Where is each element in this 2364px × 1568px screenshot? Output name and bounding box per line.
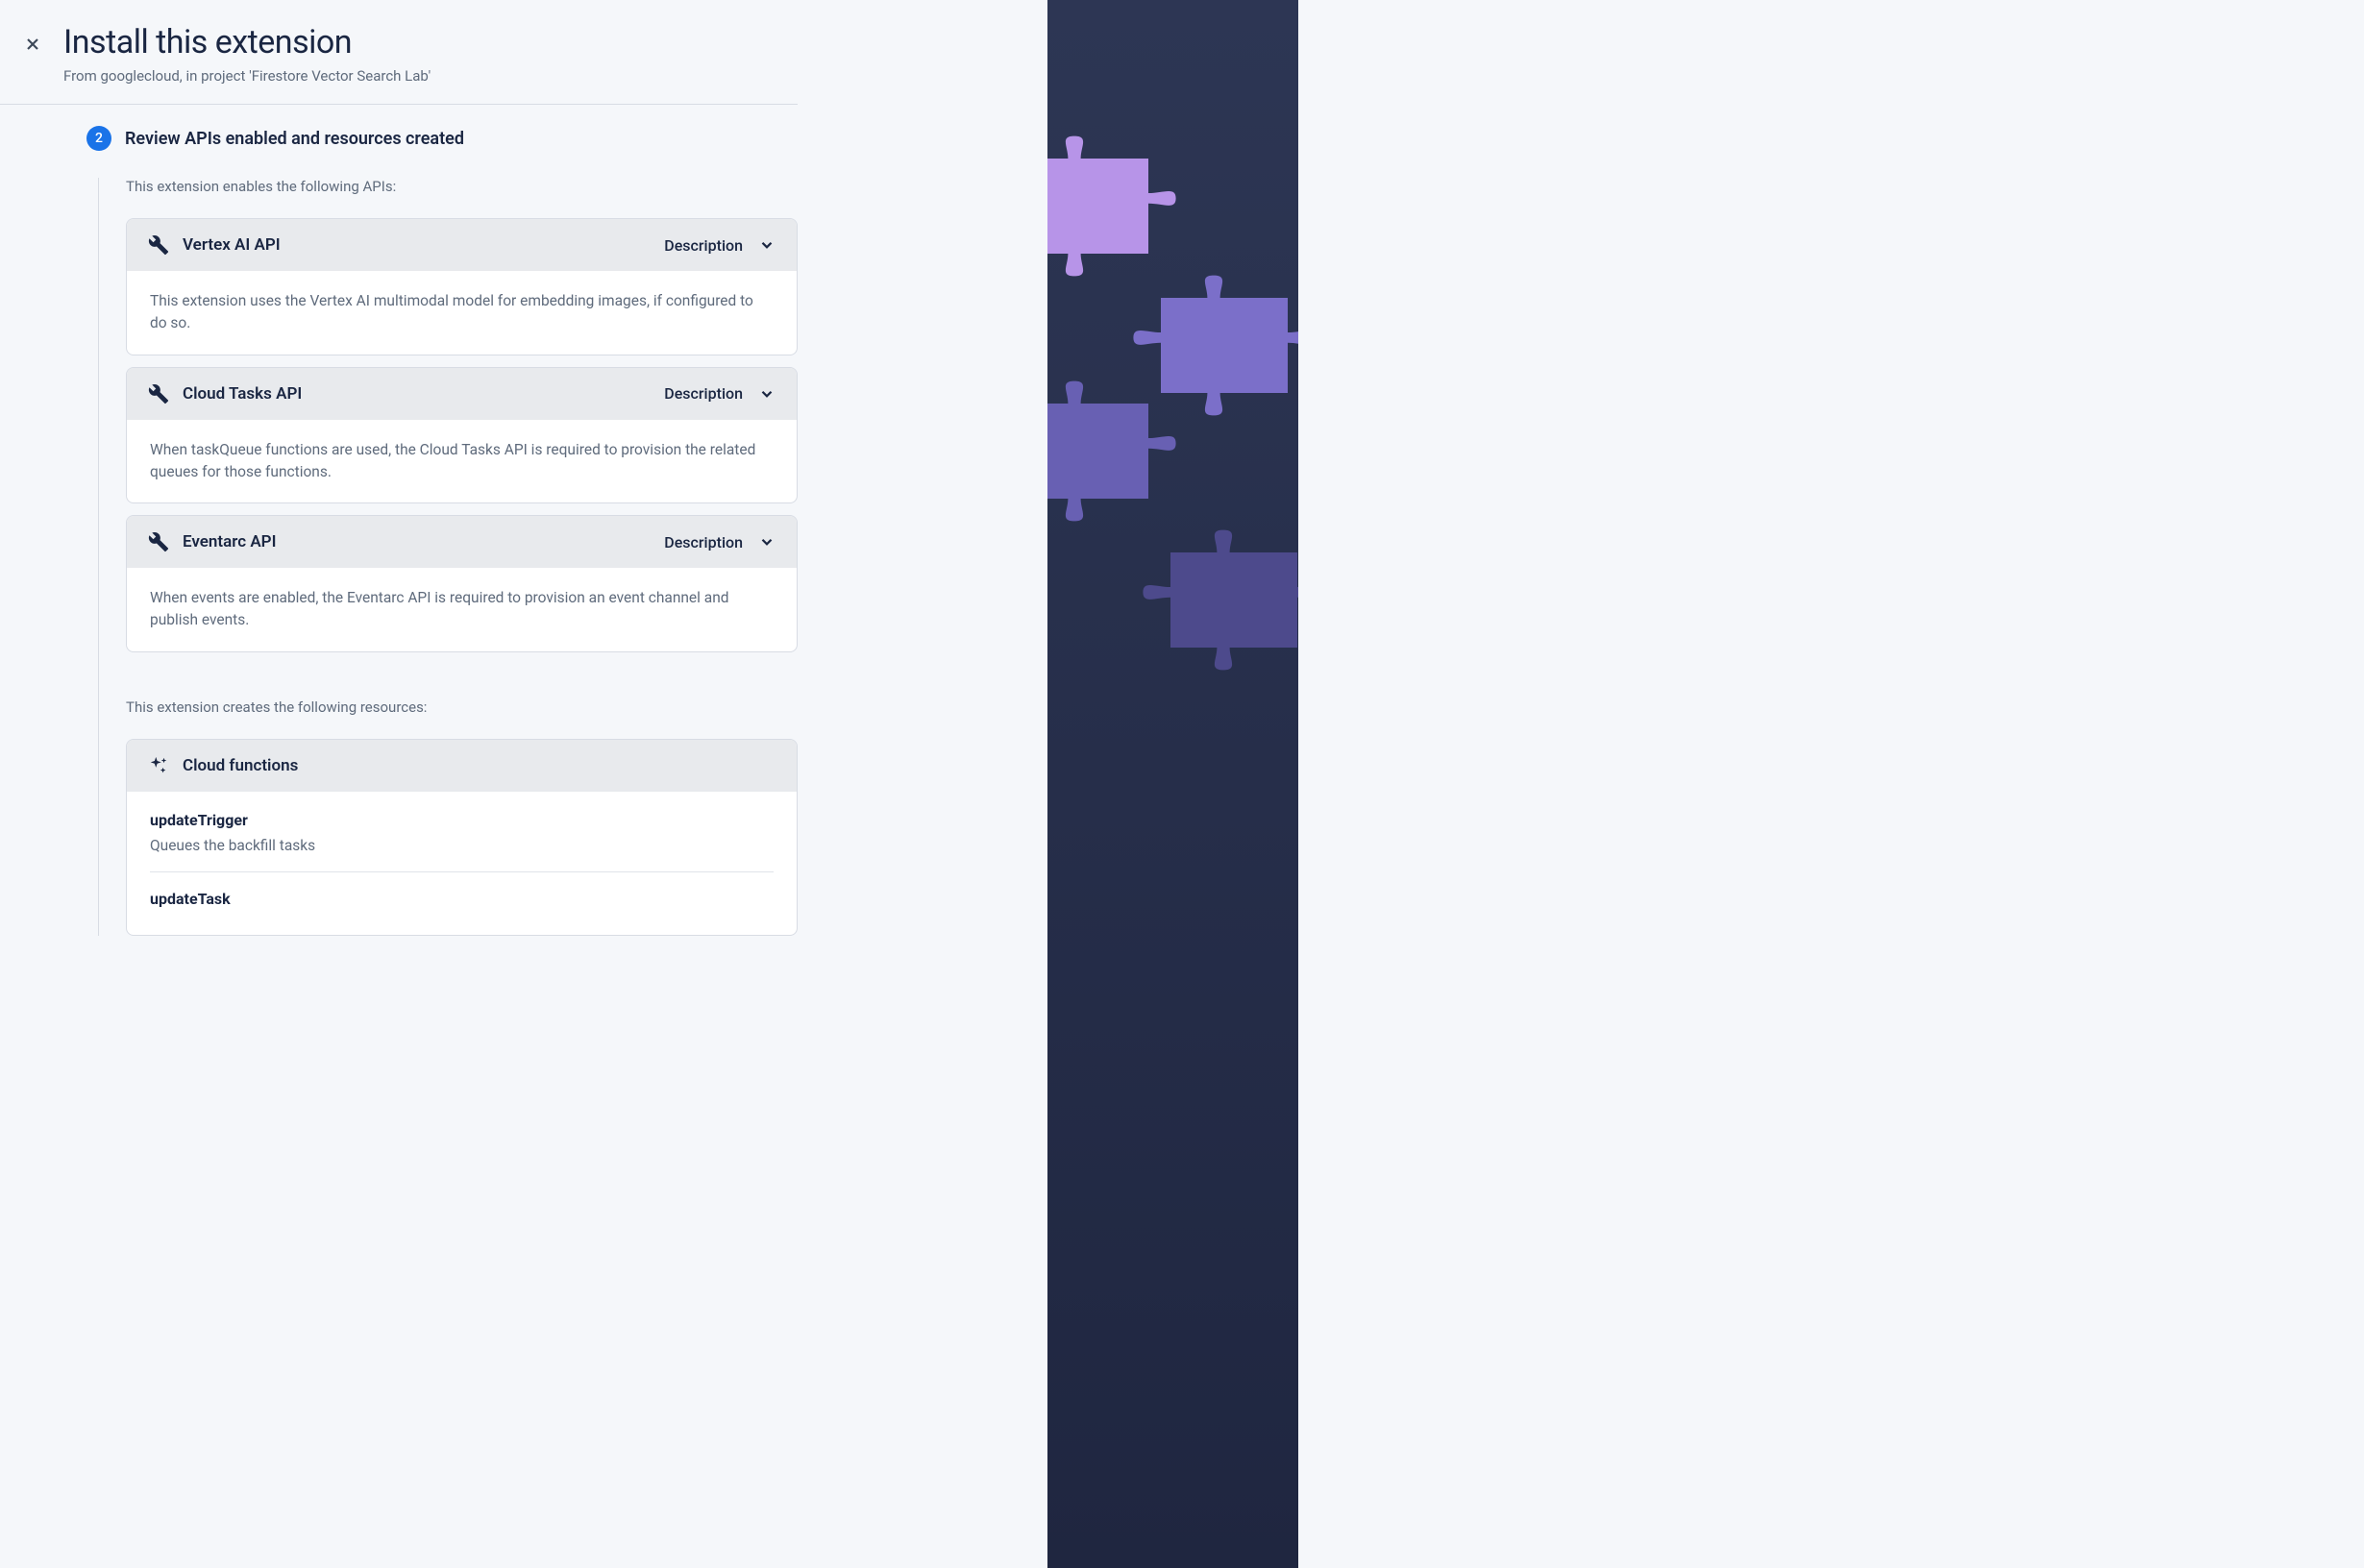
- description-label: Description: [664, 236, 743, 255]
- wrench-icon: [148, 531, 169, 552]
- description-toggle[interactable]: Description: [664, 533, 776, 551]
- api-card-header-left: Cloud Tasks API: [148, 383, 302, 404]
- description-toggle[interactable]: Description: [664, 236, 776, 255]
- api-card-body: When events are enabled, the Eventarc AP…: [127, 568, 797, 651]
- resource-card-cloud-functions: Cloud functions updateTrigger Queues the…: [126, 739, 798, 936]
- step-header: 2 Review APIs enabled and resources crea…: [86, 126, 798, 151]
- apis-intro: This extension enables the following API…: [126, 178, 798, 195]
- function-name: updateTask: [150, 890, 774, 908]
- api-name: Vertex AI API: [183, 235, 281, 255]
- api-card-header: Cloud Tasks API Description: [127, 368, 797, 420]
- api-description: This extension uses the Vertex AI multim…: [150, 290, 774, 335]
- api-name: Eventarc API: [183, 532, 276, 551]
- close-button[interactable]: [17, 29, 48, 60]
- api-card-body: When taskQueue functions are used, the C…: [127, 420, 797, 503]
- decorative-right-panel: [1047, 0, 1298, 1568]
- resources-section: This extension creates the following res…: [126, 698, 798, 936]
- api-description: When events are enabled, the Eventarc AP…: [150, 587, 774, 632]
- close-icon: [23, 35, 42, 54]
- main-content: Install this extension From googlecloud,…: [0, 0, 1047, 1568]
- wrench-icon: [148, 234, 169, 256]
- api-card-header-left: Eventarc API: [148, 531, 276, 552]
- api-card-cloud-tasks: Cloud Tasks API Description When taskQue…: [126, 367, 798, 504]
- chevron-down-icon: [758, 236, 776, 254]
- step-body: This extension enables the following API…: [98, 178, 798, 936]
- chevron-down-icon: [758, 533, 776, 551]
- chevron-down-icon: [758, 385, 776, 403]
- function-item: updateTask: [150, 890, 774, 908]
- api-card-header: Eventarc API Description: [127, 516, 797, 568]
- resource-name: Cloud functions: [183, 756, 298, 775]
- page-subtitle: From googlecloud, in project 'Firestore …: [63, 67, 798, 85]
- api-card-vertex-ai: Vertex AI API Description This extension…: [126, 218, 798, 355]
- step-body-inner: This extension enables the following API…: [99, 178, 798, 936]
- step-title: Review APIs enabled and resources create…: [125, 129, 464, 149]
- puzzle-piece-decoration: [1047, 360, 1201, 533]
- step-number-badge: 2: [86, 126, 111, 151]
- page-title: Install this extension: [63, 23, 798, 61]
- api-card-header-left: Vertex AI API: [148, 234, 281, 256]
- function-description: Queues the backfill tasks: [150, 837, 774, 854]
- puzzle-piece-decoration: [1139, 509, 1298, 682]
- wrench-icon: [148, 383, 169, 404]
- description-label: Description: [664, 384, 743, 403]
- api-name: Cloud Tasks API: [183, 384, 302, 404]
- function-item: updateTrigger Queues the backfill tasks: [150, 811, 774, 872]
- api-card-body: This extension uses the Vertex AI multim…: [127, 271, 797, 355]
- api-card-eventarc: Eventarc API Description When events are…: [126, 515, 798, 652]
- description-toggle[interactable]: Description: [664, 384, 776, 403]
- api-card-header: Vertex AI API Description: [127, 219, 797, 271]
- function-name: updateTrigger: [150, 811, 774, 829]
- resource-card-header: Cloud functions: [127, 740, 797, 792]
- page-header: Install this extension From googlecloud,…: [0, 23, 798, 105]
- resource-card-body: updateTrigger Queues the backfill tasks …: [127, 792, 797, 935]
- resources-intro: This extension creates the following res…: [126, 698, 798, 716]
- api-description: When taskQueue functions are used, the C…: [150, 439, 774, 484]
- sparkle-icon: [148, 755, 169, 776]
- step-container: 2 Review APIs enabled and resources crea…: [86, 126, 798, 936]
- description-label: Description: [664, 533, 743, 551]
